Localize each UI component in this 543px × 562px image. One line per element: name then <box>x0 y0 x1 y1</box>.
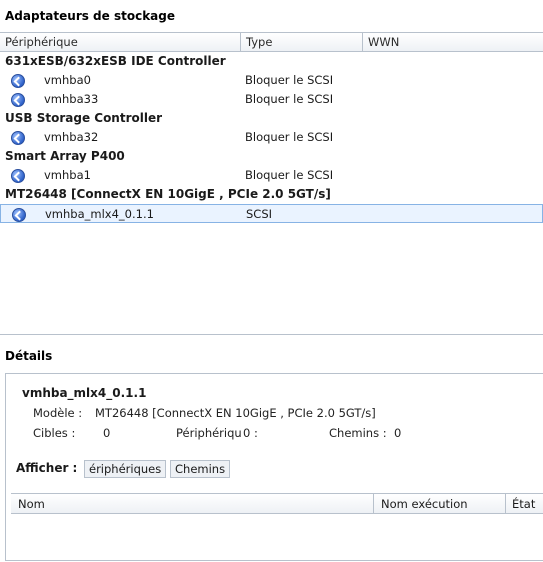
column-divider[interactable] <box>240 33 241 51</box>
adapter-row[interactable]: vmhba0 Bloquer le SCSI <box>0 71 543 90</box>
adapter-device-name: vmhba_mlx4_0.1.1 <box>45 207 154 221</box>
adapter-row[interactable]: vmhba32 Bloquer le SCSI <box>0 128 543 147</box>
column-divider[interactable] <box>505 494 506 514</box>
column-header-state[interactable]: État <box>512 497 535 511</box>
details-panel: vmhba_mlx4_0.1.1 Modèle : MT26448 [Conne… <box>5 373 543 561</box>
adapter-row[interactable]: vmhba1 Bloquer le SCSI <box>0 166 543 185</box>
column-header-type[interactable]: Type <box>246 35 272 50</box>
column-header-name[interactable]: Nom <box>18 497 45 511</box>
adapter-type: Bloquer le SCSI <box>245 130 334 144</box>
details-table: Nom Nom exécution État <box>11 493 543 562</box>
adapter-type: Bloquer le SCSI <box>245 73 334 87</box>
model-label: Modèle : <box>33 406 83 420</box>
show-label: Afficher : <box>16 461 78 475</box>
adapters-section-title: Adaptateurs de stockage <box>5 9 176 23</box>
adapters-table-header: Périphérique Type WWN <box>0 33 543 52</box>
model-value: MT26448 [ConnectX EN 10GigE , PCIe 2.0 5… <box>95 406 376 420</box>
adapter-type: Bloquer le SCSI <box>245 92 334 106</box>
devices-label: Périphériqu <box>176 426 242 440</box>
devices-value: 0 : <box>243 426 258 440</box>
storage-adapter-icon <box>12 208 26 222</box>
adapter-type: Bloquer le SCSI <box>245 168 334 182</box>
adapter-group-row[interactable]: USB Storage Controller <box>0 109 543 128</box>
storage-adapters-table: Périphérique Type WWN 631xESB/632xESB ID… <box>0 32 543 335</box>
storage-adapter-icon <box>11 169 25 183</box>
adapter-group-row[interactable]: Smart Array P400 <box>0 147 543 166</box>
storage-adapter-icon <box>11 93 25 107</box>
adapter-type: SCSI <box>246 207 273 221</box>
paths-value: 0 <box>394 426 402 440</box>
adapter-device-name: vmhba32 <box>44 130 99 144</box>
adapter-row-selected[interactable]: vmhba_mlx4_0.1.1 SCSI <box>0 204 543 223</box>
details-section-title: Détails <box>5 349 53 363</box>
column-header-runtime-name[interactable]: Nom exécution <box>381 497 468 511</box>
tab-devices[interactable]: ériphériques <box>84 460 167 478</box>
column-header-wwn[interactable]: WWN <box>368 35 399 50</box>
adapter-row[interactable]: vmhba33 Bloquer le SCSI <box>0 90 543 109</box>
storage-adapter-icon <box>11 131 25 145</box>
column-divider[interactable] <box>362 33 363 51</box>
tab-paths[interactable]: Chemins <box>170 460 231 478</box>
details-table-header: Nom Nom exécution État <box>11 494 543 514</box>
selected-device-name: vmhba_mlx4_0.1.1 <box>22 386 147 400</box>
paths-label: Chemins : <box>329 426 387 440</box>
adapter-group-row[interactable]: MT26448 [ConnectX EN 10GigE , PCIe 2.0 5… <box>0 185 543 204</box>
adapter-device-name: vmhba1 <box>44 168 91 182</box>
targets-value: 0 <box>103 426 111 440</box>
storage-adapter-icon <box>11 74 25 88</box>
adapter-group-row[interactable]: 631xESB/632xESB IDE Controller <box>0 52 543 71</box>
adapter-device-name: vmhba0 <box>44 73 91 87</box>
column-divider[interactable] <box>373 494 374 514</box>
adapter-device-name: vmhba33 <box>44 92 99 106</box>
targets-label: Cibles : <box>33 426 76 440</box>
column-header-device[interactable]: Périphérique <box>5 35 78 50</box>
